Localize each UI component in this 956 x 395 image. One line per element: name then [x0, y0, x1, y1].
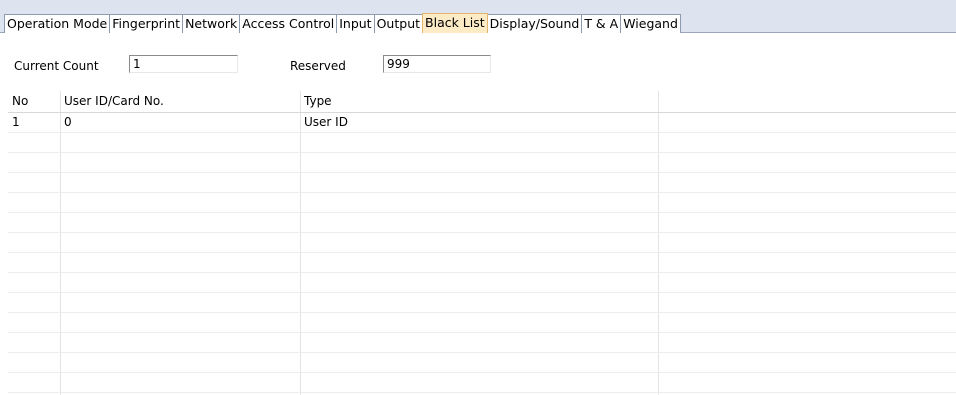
tab-network[interactable]: Network	[182, 14, 241, 33]
reserved-label: Reserved	[290, 59, 346, 73]
table-cell	[8, 193, 60, 212]
table-cell	[300, 133, 658, 152]
black-list-table: No User ID/Card No. Type 1 0 User ID	[8, 91, 956, 395]
current-count-label: Current Count	[14, 59, 99, 73]
table-cell	[60, 233, 300, 252]
table-cell	[60, 253, 300, 272]
table-cell	[300, 173, 658, 192]
tab-bar: Operation Mode Fingerprint Network Access C…	[0, 0, 956, 33]
table-row[interactable]: 1 0 User ID	[8, 113, 956, 133]
table-cell	[8, 133, 60, 152]
table-cell	[60, 273, 300, 292]
table-row[interactable]	[8, 233, 956, 253]
table-cell	[300, 373, 658, 392]
table-cell	[8, 313, 60, 332]
table-cell	[8, 233, 60, 252]
table-row[interactable]	[8, 333, 956, 353]
tab-wiegand[interactable]: Wiegand	[620, 14, 681, 33]
table-cell	[8, 353, 60, 372]
table-cell	[8, 373, 60, 392]
tab-black-list[interactable]: Black List	[422, 13, 488, 33]
table-cell	[8, 153, 60, 172]
table-cell	[300, 293, 658, 312]
table-row[interactable]	[8, 193, 956, 213]
table-cell	[300, 193, 658, 212]
tab-strip: Operation Mode Fingerprint Network Access C…	[4, 13, 681, 33]
tab-input[interactable]: Input	[336, 14, 375, 33]
tab-operation-mode[interactable]: Operation Mode	[4, 14, 111, 33]
tab-display-sound[interactable]: Display/Sound	[486, 14, 583, 33]
table-cell: 0	[64, 115, 72, 129]
table-cell: User ID	[304, 115, 348, 129]
table-cell	[60, 153, 300, 172]
table-cell	[60, 373, 300, 392]
table-cell	[300, 233, 658, 252]
table-row[interactable]	[8, 133, 956, 153]
table-cell	[60, 213, 300, 232]
column-header-user-id[interactable]: User ID/Card No.	[60, 91, 300, 112]
reserved-field[interactable]: 999	[383, 55, 491, 73]
table-cell	[8, 333, 60, 352]
table-row[interactable]	[8, 173, 956, 193]
table-cell	[300, 153, 658, 172]
table-cell	[8, 173, 60, 192]
tab-fingerprint[interactable]: Fingerprint	[109, 14, 184, 33]
table-row[interactable]	[8, 273, 956, 293]
table-row[interactable]	[8, 213, 956, 233]
table-row[interactable]	[8, 353, 956, 373]
column-header-type[interactable]: Type	[300, 91, 658, 112]
table-row[interactable]	[8, 153, 956, 173]
table-cell	[300, 273, 658, 292]
table-cell	[60, 133, 300, 152]
table-cell	[60, 293, 300, 312]
table-cell	[300, 313, 658, 332]
table-row[interactable]	[8, 253, 956, 273]
table-cell	[300, 333, 658, 352]
table-cell	[8, 293, 60, 312]
table-cell	[8, 213, 60, 232]
tab-t-a[interactable]: T & A	[581, 14, 622, 33]
table-row[interactable]	[8, 313, 956, 333]
table-cell	[300, 213, 658, 232]
table-row[interactable]	[8, 293, 956, 313]
table-cell	[60, 313, 300, 332]
black-list-panel: Current Count 1 Reserved 999 No User ID/…	[0, 33, 956, 395]
table-cell	[300, 253, 658, 272]
table-cell	[60, 173, 300, 192]
table-cell	[300, 353, 658, 372]
table-row[interactable]	[8, 373, 956, 393]
table-cell	[8, 273, 60, 292]
tab-output[interactable]: Output	[373, 14, 424, 33]
column-header-no[interactable]: No	[8, 91, 60, 112]
table-cell: 1	[12, 115, 20, 129]
table-header: No User ID/Card No. Type	[8, 91, 956, 113]
table-cell	[8, 253, 60, 272]
table-cell	[60, 193, 300, 212]
tab-access-control[interactable]: Access Control	[239, 14, 338, 33]
table-cell	[60, 333, 300, 352]
current-count-field[interactable]: 1	[129, 55, 238, 73]
table-cell	[60, 353, 300, 372]
